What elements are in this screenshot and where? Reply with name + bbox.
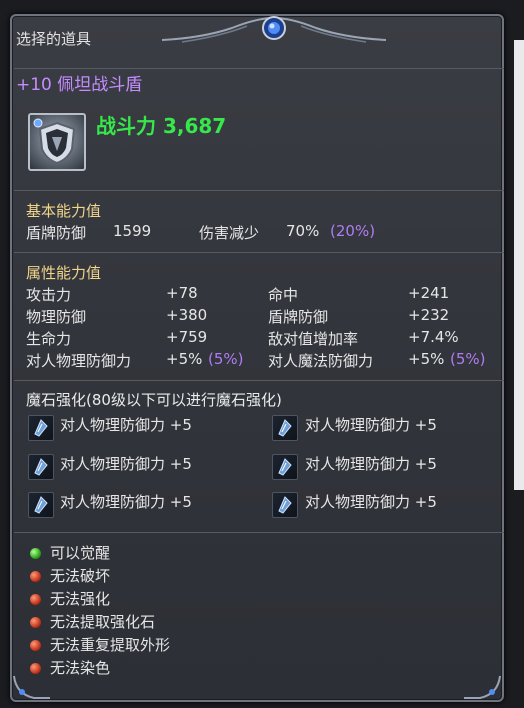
item-name: +10 佩坦战斗盾 — [16, 75, 143, 95]
shield-item-icon[interactable] — [28, 113, 86, 171]
attr-value: +5% — [166, 350, 203, 368]
damage-reduction-bonus: (20%) — [330, 222, 376, 240]
status-red-dot-icon — [30, 663, 41, 674]
manastone-slot: 对人物理防御力 +5 — [60, 455, 192, 473]
attr-bonus: (5%) — [450, 350, 486, 368]
damage-reduction-value: 70% — [286, 222, 320, 240]
corner-ornament-icon — [464, 675, 501, 699]
divider — [14, 380, 504, 381]
divider — [14, 252, 504, 253]
status-item: 无法染色 — [50, 659, 111, 677]
attr-value: +232 — [408, 306, 450, 324]
attr-label: 生命力 — [26, 330, 72, 348]
divider — [14, 190, 504, 191]
attr-value: +78 — [166, 284, 198, 302]
status-item: 无法重复提取外形 — [50, 636, 171, 654]
manastone-title: 魔石强化(80级以下可以进行魔石强化) — [26, 391, 282, 409]
attr-label: 物理防御 — [26, 308, 87, 326]
status-item: 无法破坏 — [50, 567, 111, 585]
status-red-dot-icon — [30, 594, 41, 605]
attr-bonus: (5%) — [208, 350, 244, 368]
status-item: 无法强化 — [50, 590, 111, 608]
attr-value: +241 — [408, 284, 450, 302]
attr-label: 敌对值增加率 — [268, 330, 359, 348]
status-green-dot-icon — [30, 548, 41, 559]
manastone-slot: 对人物理防御力 +5 — [305, 493, 437, 511]
corner-ornament-icon — [13, 675, 50, 699]
status-red-dot-icon — [30, 617, 41, 628]
combat-power: 战斗力 3,687 — [96, 114, 227, 138]
attr-label: 对人魔法防御力 — [268, 352, 374, 370]
damage-reduction-label: 伤害减少 — [199, 224, 260, 242]
attr-value: +5% — [408, 350, 445, 368]
attr-value: +380 — [166, 306, 208, 324]
status-red-dot-icon — [30, 640, 41, 651]
status-item: 无法提取强化石 — [50, 613, 156, 631]
panel-title: 选择的道具 — [16, 30, 92, 48]
divider — [14, 68, 504, 69]
manastone-slot: 对人物理防御力 +5 — [305, 416, 437, 434]
manastone-icon[interactable] — [28, 415, 54, 441]
manastone-icon[interactable] — [272, 454, 298, 480]
basic-stats-title: 基本能力值 — [26, 202, 102, 220]
manastone-icon[interactable] — [28, 454, 54, 480]
manastone-icon[interactable] — [28, 492, 54, 518]
attr-value: +7.4% — [408, 328, 459, 346]
attr-label: 攻击力 — [26, 286, 72, 304]
status-item: 可以觉醒 — [50, 544, 111, 562]
manastone-icon[interactable] — [272, 492, 298, 518]
shield-defense-value: 1599 — [113, 222, 152, 240]
attr-label: 盾牌防御 — [268, 308, 329, 326]
attr-value: +759 — [166, 328, 208, 346]
manastone-slot: 对人物理防御力 +5 — [305, 455, 437, 473]
manastone-slot: 对人物理防御力 +5 — [60, 493, 192, 511]
attribute-stats-title: 属性能力值 — [26, 264, 102, 282]
status-red-dot-icon — [30, 571, 41, 582]
scrollbar-track[interactable] — [514, 40, 524, 490]
shield-defense-label: 盾牌防御 — [26, 224, 87, 242]
manastone-icon[interactable] — [272, 415, 298, 441]
attr-label: 命中 — [268, 286, 299, 304]
attr-label: 对人物理防御力 — [26, 352, 132, 370]
top-ornament-icon — [162, 16, 386, 43]
manastone-slot: 对人物理防御力 +5 — [60, 416, 192, 434]
divider — [14, 532, 504, 533]
shield-icon — [33, 118, 76, 165]
